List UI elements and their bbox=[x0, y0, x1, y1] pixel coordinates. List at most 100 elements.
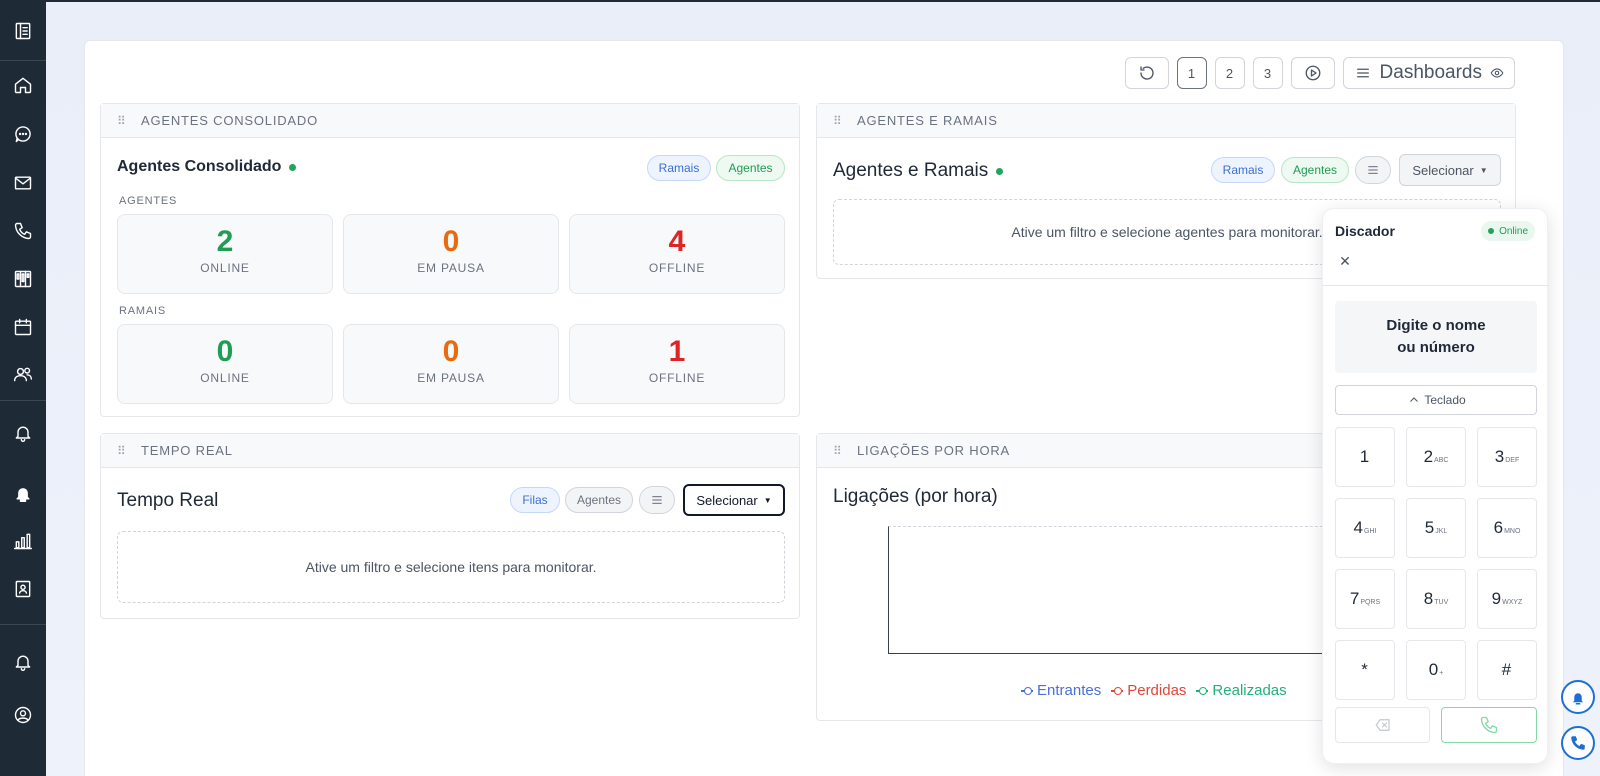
selecionar-dropdown[interactable]: Selecionar ▼ bbox=[1399, 154, 1501, 186]
caret-down-icon: ▼ bbox=[1479, 165, 1488, 175]
dropdown-label: Selecionar bbox=[696, 492, 758, 508]
key-digit: 3 bbox=[1494, 447, 1505, 466]
floating-alert-button[interactable] bbox=[1561, 680, 1595, 714]
stat-label: OFFLINE bbox=[648, 371, 706, 385]
card-title: Agentes Consolidado bbox=[117, 158, 297, 176]
key-5[interactable]: 5 JKL bbox=[1406, 498, 1466, 558]
calendar-icon[interactable] bbox=[11, 315, 35, 339]
phone-icon[interactable] bbox=[11, 219, 35, 243]
stat-ramais-pausa: 0 EM PAUSA bbox=[343, 324, 559, 404]
bar-chart-icon[interactable] bbox=[11, 529, 35, 553]
play-button[interactable] bbox=[1290, 57, 1335, 89]
backspace-button[interactable] bbox=[1335, 707, 1430, 743]
key-star[interactable]: * bbox=[1335, 640, 1395, 700]
card-title: Ligações (por hora) bbox=[833, 486, 998, 507]
stat-value: 2 bbox=[216, 225, 234, 258]
list-view-button[interactable] bbox=[639, 486, 675, 514]
stat-label: ONLINE bbox=[200, 261, 250, 275]
list-view-button[interactable] bbox=[1355, 156, 1391, 184]
stat-ramais-offline: 1 OFFLINE bbox=[569, 324, 785, 404]
key-letters: MNO bbox=[1504, 527, 1521, 535]
close-icon[interactable]: ✕ bbox=[1335, 251, 1355, 271]
key-6[interactable]: 6 MNO bbox=[1477, 498, 1537, 558]
drag-handle-icon[interactable]: ⠿ bbox=[833, 444, 857, 458]
book-icon[interactable] bbox=[11, 19, 35, 43]
top-border bbox=[0, 0, 1600, 2]
page-2-button[interactable]: 2 bbox=[1214, 57, 1245, 89]
legend-item-realizadas[interactable]: Realizadas bbox=[1196, 682, 1287, 699]
key-4[interactable]: 4 GHI bbox=[1335, 498, 1395, 558]
drag-handle-icon[interactable]: ⠿ bbox=[117, 444, 141, 458]
floating-phone-button[interactable] bbox=[1561, 726, 1595, 760]
widget-header-title: AGENTES E RAMAIS bbox=[857, 113, 998, 128]
stat-value: 4 bbox=[668, 225, 686, 258]
key-digit: * bbox=[1361, 660, 1368, 679]
stat-agentes-offline: 4 OFFLINE bbox=[569, 214, 785, 294]
legend-item-perdidas[interactable]: Perdidas bbox=[1111, 682, 1186, 699]
key-3[interactable]: 3 DEF bbox=[1477, 427, 1537, 487]
filter-ramais-pill[interactable]: Ramais bbox=[647, 155, 711, 181]
key-8[interactable]: 8 TUV bbox=[1406, 569, 1466, 629]
dialer-input[interactable]: Digite o nome ou número bbox=[1335, 301, 1537, 373]
legend-item-entrantes[interactable]: Entrantes bbox=[1021, 682, 1101, 699]
widget-header-title: AGENTES CONSOLIDADO bbox=[141, 113, 319, 128]
dialer-title: Discador bbox=[1335, 223, 1395, 239]
key-letters: DEF bbox=[1505, 456, 1520, 464]
chart-plot-area bbox=[888, 526, 1368, 654]
filter-agentes-pill[interactable]: Agentes bbox=[565, 487, 633, 513]
stat-label: EM PAUSA bbox=[417, 261, 485, 275]
page-1-button[interactable]: 1 bbox=[1176, 57, 1207, 89]
key-digit: 0 bbox=[1428, 660, 1439, 679]
key-9[interactable]: 9 WXYZ bbox=[1477, 569, 1537, 629]
stat-agentes-online: 2 ONLINE bbox=[117, 214, 333, 294]
call-button[interactable] bbox=[1441, 707, 1537, 743]
home-icon[interactable] bbox=[11, 73, 35, 97]
bell-icon[interactable] bbox=[11, 421, 35, 445]
drag-handle-icon[interactable]: ⠿ bbox=[117, 114, 141, 128]
drag-handle-icon[interactable]: ⠿ bbox=[833, 114, 857, 128]
refresh-button[interactable] bbox=[1124, 57, 1169, 89]
page-3-button[interactable]: 3 bbox=[1252, 57, 1283, 89]
widget-header-title: LIGAÇÕES POR HORA bbox=[857, 443, 1011, 458]
key-digit: 7 bbox=[1349, 589, 1360, 608]
dashboards-label: Dashboards bbox=[1379, 62, 1482, 83]
chat-icon[interactable] bbox=[11, 122, 35, 146]
status-text: Online bbox=[1499, 225, 1528, 237]
selecionar-dropdown[interactable]: Selecionar ▼ bbox=[683, 484, 785, 516]
keyboard-toggle-label: Teclado bbox=[1424, 393, 1466, 407]
key-hash[interactable]: # bbox=[1477, 640, 1537, 700]
section-label-agentes: AGENTES bbox=[119, 195, 178, 207]
filter-ramais-pill[interactable]: Ramais bbox=[1211, 157, 1275, 183]
users-icon[interactable] bbox=[11, 362, 35, 386]
bell-solid-icon[interactable] bbox=[11, 481, 35, 505]
mail-icon[interactable] bbox=[11, 171, 35, 195]
filter-agentes-pill[interactable]: Agentes bbox=[1281, 157, 1349, 183]
user-circle-icon[interactable] bbox=[11, 703, 35, 727]
filter-agentes-pill[interactable]: Agentes bbox=[716, 155, 785, 181]
key-letters: ABC bbox=[1434, 456, 1449, 464]
key-1[interactable]: 1 bbox=[1335, 427, 1395, 487]
bell-solid-icon bbox=[1572, 693, 1584, 705]
contact-card-icon[interactable] bbox=[11, 577, 35, 601]
key-digit: 6 bbox=[1493, 518, 1504, 537]
dropdown-label: Selecionar bbox=[1412, 162, 1474, 178]
phone-icon bbox=[1571, 736, 1585, 750]
key-digit: 8 bbox=[1423, 589, 1434, 608]
dashboards-menu-button[interactable]: Dashboards bbox=[1342, 57, 1515, 89]
card-title: Tempo Real bbox=[117, 490, 219, 511]
filter-filas-pill[interactable]: Filas bbox=[510, 487, 560, 513]
key-letters: JKL bbox=[1435, 527, 1448, 535]
status-dot bbox=[1488, 228, 1495, 234]
sidebar-divider bbox=[0, 624, 46, 625]
sidebar bbox=[0, 0, 46, 776]
keyboard-toggle-button[interactable]: Teclado bbox=[1335, 385, 1537, 415]
status-dot bbox=[996, 167, 1004, 175]
key-0[interactable]: 0 + bbox=[1406, 640, 1466, 700]
key-digit: 1 bbox=[1359, 447, 1370, 466]
bell-icon[interactable] bbox=[11, 650, 35, 674]
key-2[interactable]: 2 ABC bbox=[1406, 427, 1466, 487]
key-7[interactable]: 7 PQRS bbox=[1335, 569, 1395, 629]
legend-label: Perdidas bbox=[1127, 682, 1187, 699]
kanban-icon[interactable] bbox=[11, 267, 35, 291]
sidebar-divider bbox=[0, 400, 46, 401]
